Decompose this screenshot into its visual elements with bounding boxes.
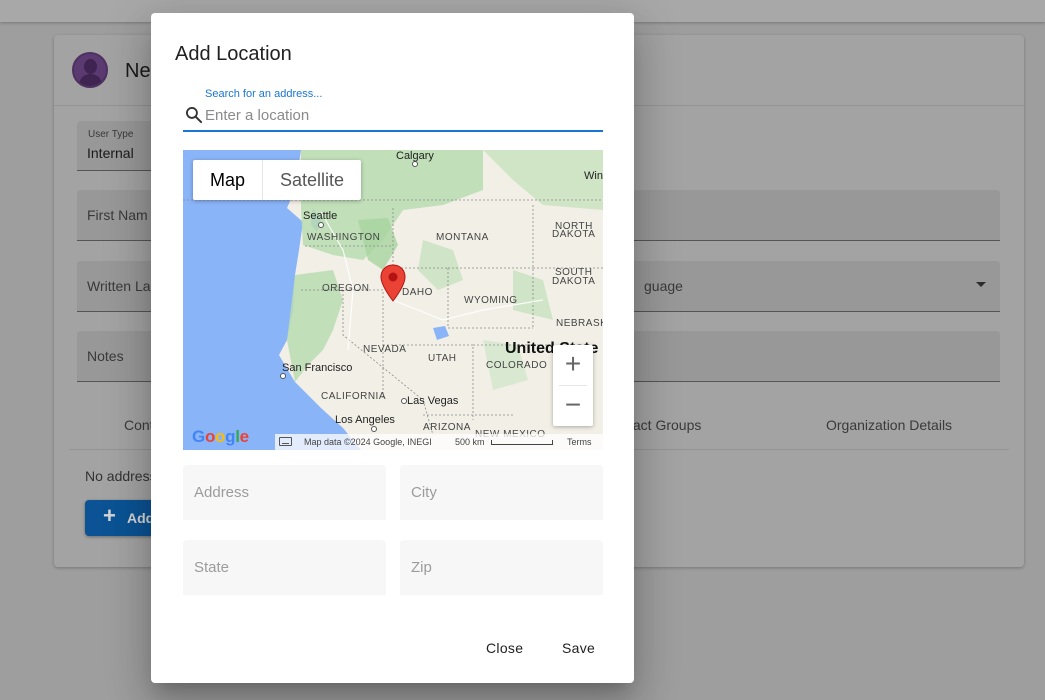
- city-field[interactable]: [400, 465, 603, 520]
- zoom-out-button[interactable]: −: [553, 386, 593, 426]
- language-label: guage: [644, 278, 683, 294]
- state-field[interactable]: [183, 540, 386, 595]
- map-label-colorado: COLORADO: [486, 360, 548, 371]
- state-input[interactable]: [194, 557, 374, 577]
- map-label-arizona: ARIZONA: [423, 422, 471, 433]
- keyboard-shortcuts-icon[interactable]: [279, 437, 292, 446]
- search-icon: [186, 107, 203, 124]
- city-input[interactable]: [411, 482, 591, 502]
- map-label-wyoming: WYOMING: [464, 295, 518, 306]
- close-button[interactable]: Close: [486, 640, 523, 656]
- map-scale-text: 500 km: [455, 437, 485, 447]
- tab-contact-groups[interactable]: tact Groups: [629, 417, 701, 433]
- google-logo: Google: [192, 427, 249, 446]
- map-label-los-angeles: Los Angeles: [335, 414, 395, 426]
- save-button[interactable]: Save: [562, 640, 595, 656]
- map-label-washington: WASHINGTON: [307, 232, 381, 243]
- zip-input[interactable]: [411, 557, 591, 577]
- user-type-label: User Type: [88, 129, 134, 140]
- address-search[interactable]: Search for an address...: [183, 85, 603, 132]
- first-name-label: First Nam: [87, 207, 148, 223]
- zoom-in-button[interactable]: +: [553, 345, 593, 385]
- dialog-title: Add Location: [175, 43, 292, 65]
- card-title: Ne: [125, 60, 151, 82]
- add-location-dialog: Add Location Search for an address... En…: [151, 13, 634, 683]
- search-label: Search for an address...: [205, 88, 323, 100]
- map-label-las-vegas: Las Vegas: [407, 395, 459, 407]
- map-label-seattle: Seattle: [303, 210, 338, 222]
- notes-label: Notes: [87, 348, 124, 364]
- plus-icon: +: [103, 503, 116, 528]
- search-input[interactable]: [205, 105, 595, 125]
- map-scale-bar: [491, 440, 553, 445]
- map-label-north-dakota: DAKOTA: [552, 229, 596, 240]
- no-address-text: No address: [85, 468, 157, 484]
- location-marker-icon[interactable]: [380, 264, 406, 302]
- address-field[interactable]: [183, 465, 386, 520]
- zoom-control: + −: [553, 345, 593, 426]
- map-terms-link[interactable]: Terms: [567, 437, 592, 447]
- map-view[interactable]: Calgary Win Seattle WASHINGTON MONTANA N…: [183, 150, 603, 450]
- map-label-idaho: DAHO: [402, 287, 433, 298]
- avatar-icon: [72, 52, 108, 88]
- map-type-map-button[interactable]: Map: [193, 160, 264, 200]
- map-type-control: Map Satellite: [193, 160, 362, 200]
- map-label-california: CALIFORNIA: [321, 391, 387, 402]
- map-label-nebraska: NEBRASK: [556, 318, 603, 329]
- map-label-win: Win: [584, 170, 603, 182]
- address-input[interactable]: [194, 482, 374, 502]
- map-data-text: Map data ©2024 Google, INEGI: [304, 437, 432, 447]
- map-label-south-dakota: DAKOTA: [552, 276, 596, 287]
- user-type-select[interactable]: User Type Internal: [77, 121, 157, 171]
- map-label-montana: MONTANA: [436, 232, 489, 243]
- map-type-satellite-button[interactable]: Satellite: [263, 160, 361, 200]
- map-label-san-francisco: San Francisco: [282, 362, 353, 374]
- map-label-oregon: OREGON: [322, 283, 370, 294]
- map-label-nevada: NEVADA: [363, 344, 407, 355]
- tab-contact[interactable]: Cont: [124, 417, 154, 433]
- map-label-utah: UTAH: [428, 353, 457, 364]
- zip-field[interactable]: [400, 540, 603, 595]
- map-attribution-bar: Map data ©2024 Google, INEGI 500 km Term…: [275, 434, 603, 450]
- written-language-label: Written La: [87, 278, 151, 294]
- user-type-value: Internal: [87, 145, 134, 161]
- map-label-calgary: Calgary: [396, 150, 434, 162]
- dropdown-caret-icon: [976, 282, 986, 287]
- tab-organization-details[interactable]: Organization Details: [826, 417, 952, 433]
